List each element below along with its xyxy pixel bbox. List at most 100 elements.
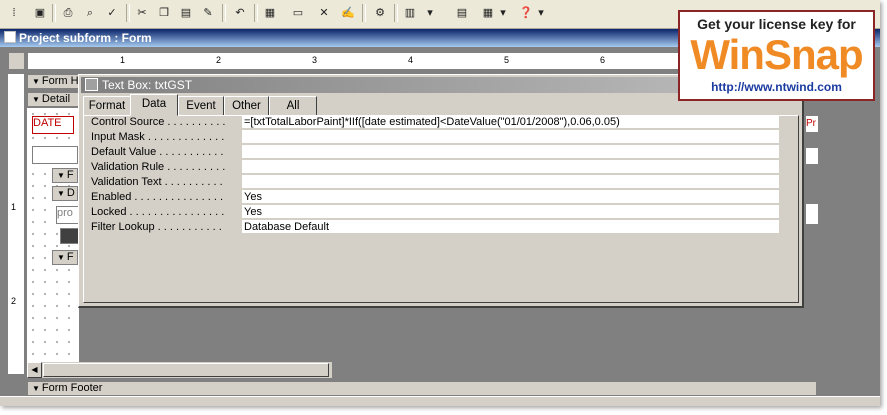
toolbar-separator bbox=[362, 4, 366, 22]
property-row-enabled: Enabled . . . . . . . . . . . . . . . Ye… bbox=[87, 190, 779, 205]
form-footer-band[interactable]: ▼ Form Footer bbox=[27, 381, 817, 396]
database-window-icon[interactable]: ▤ bbox=[454, 5, 470, 21]
subform-detail-band[interactable]: ▼ D bbox=[52, 186, 78, 201]
locked-field[interactable]: Yes bbox=[242, 205, 779, 219]
ruler-tick-label: 2 bbox=[11, 296, 17, 306]
band-label: Form H bbox=[41, 75, 79, 87]
filter-lookup-field[interactable]: Database Default bbox=[242, 220, 779, 234]
band-label: F bbox=[66, 169, 74, 181]
property-row-filter-lookup: Filter Lookup . . . . . . . . . . . Data… bbox=[87, 220, 779, 235]
control-source-field[interactable]: =[txtTotalLaborPaint]*IIf([date estimate… bbox=[242, 115, 779, 129]
tab-event[interactable]: Event bbox=[178, 96, 224, 115]
toolbar-separator-icon: ⁞ bbox=[10, 5, 18, 21]
property-row-locked: Locked . . . . . . . . . . . . . . . . Y… bbox=[87, 205, 779, 220]
band-label: D bbox=[66, 187, 75, 199]
properties-icon[interactable]: ⚙ bbox=[372, 5, 388, 21]
status-bar bbox=[0, 396, 880, 406]
band-arrow-icon: ▼ bbox=[32, 77, 40, 86]
help-icon[interactable]: ❓ bbox=[518, 5, 534, 21]
property-row-default-value: Default Value . . . . . . . . . . . bbox=[87, 145, 779, 160]
band-arrow-icon: ▼ bbox=[57, 189, 65, 198]
input-mask-field[interactable] bbox=[242, 130, 779, 144]
subform-form-footer-band[interactable]: ▼ F bbox=[52, 250, 78, 265]
property-row-control-source: Control Source . . . . . . . . . . =[txt… bbox=[87, 115, 779, 130]
band-arrow-icon: ▼ bbox=[32, 384, 40, 393]
ruler-tick-label: 6 bbox=[600, 55, 606, 65]
toolbar-separator bbox=[126, 4, 130, 22]
ruler-tick-label: 2 bbox=[216, 55, 222, 65]
cut-icon[interactable]: ✂ bbox=[134, 5, 150, 21]
build-icon[interactable]: ▥ bbox=[402, 5, 418, 21]
chevron-down-icon[interactable]: ▾ bbox=[498, 5, 508, 21]
band-arrow-icon: ▼ bbox=[57, 253, 65, 262]
code-icon[interactable]: ✍ bbox=[340, 5, 356, 21]
pro-text-control[interactable]: pro bbox=[56, 206, 80, 224]
watermark-brand: WinSnap bbox=[690, 31, 863, 78]
properties-icon bbox=[85, 78, 98, 91]
form-icon bbox=[4, 31, 16, 43]
winsnap-watermark: Get your license key for WinSnap http://… bbox=[678, 10, 875, 101]
tab-all[interactable]: All bbox=[269, 96, 317, 115]
ruler-tick-label: 4 bbox=[408, 55, 414, 65]
ruler-tick-label: 1 bbox=[120, 55, 126, 65]
tab-data[interactable]: Data bbox=[130, 94, 178, 116]
properties-dialog: Text Box: txtGST Format Data Event Other… bbox=[78, 74, 804, 308]
right-label-stub[interactable]: Pr bbox=[806, 116, 818, 132]
form-selector[interactable] bbox=[8, 52, 25, 70]
property-row-validation-rule: Validation Rule . . . . . . . . . . bbox=[87, 160, 779, 175]
property-label: Input Mask . . . . . . . . . . . . . bbox=[91, 131, 225, 143]
property-label: Control Source . . . . . . . . . . bbox=[91, 116, 226, 128]
new-object-icon[interactable]: ▦ bbox=[480, 5, 496, 21]
subform-header-selector[interactable] bbox=[32, 146, 78, 164]
ruler-tick-label: 5 bbox=[504, 55, 510, 65]
ruler-tick-label: 1 bbox=[11, 202, 17, 212]
toolbox-icon[interactable]: ▭ bbox=[290, 5, 306, 21]
scrollbar-thumb[interactable] bbox=[43, 363, 329, 377]
toolbar-separator bbox=[222, 4, 226, 22]
watermark-url: http://www.ntwind.com bbox=[711, 80, 842, 94]
right-control-stub[interactable] bbox=[806, 204, 818, 224]
band-label: F bbox=[66, 251, 74, 263]
copy-icon[interactable]: ❐ bbox=[156, 5, 172, 21]
date-label-control[interactable]: DATE bbox=[32, 116, 74, 134]
property-label: Enabled . . . . . . . . . . . . . . . bbox=[91, 191, 224, 203]
toolbar-separator bbox=[394, 4, 398, 22]
watermark-tagline: Get your license key for bbox=[697, 16, 856, 32]
properties-dialog-title: Text Box: txtGST bbox=[102, 78, 193, 92]
chevron-down-icon[interactable]: ▾ bbox=[422, 5, 438, 21]
undo-icon[interactable]: ↶ bbox=[232, 5, 248, 21]
property-row-validation-text: Validation Text . . . . . . . . . . bbox=[87, 175, 779, 190]
field-list-icon[interactable]: ▦ bbox=[262, 5, 278, 21]
property-row-input-mask: Input Mask . . . . . . . . . . . . . bbox=[87, 130, 779, 145]
property-label: Validation Text . . . . . . . . . . bbox=[91, 176, 223, 188]
validation-text-field[interactable] bbox=[242, 175, 779, 189]
spelling-icon[interactable]: ✓ bbox=[104, 5, 120, 21]
tab-format[interactable]: Format bbox=[83, 96, 131, 115]
band-arrow-icon: ▼ bbox=[32, 95, 40, 104]
ruler-tick-label: 3 bbox=[312, 55, 318, 65]
vertical-ruler[interactable]: 1 2 bbox=[8, 74, 25, 374]
toolbar-separator bbox=[254, 4, 258, 22]
property-label: Filter Lookup . . . . . . . . . . . bbox=[91, 221, 222, 233]
horizontal-scrollbar[interactable]: ◀ bbox=[27, 362, 332, 378]
chevron-down-icon[interactable]: ▾ bbox=[536, 5, 546, 21]
tab-other[interactable]: Other bbox=[224, 96, 269, 115]
band-label: Form Footer bbox=[41, 382, 103, 394]
format-painter-icon[interactable]: ✎ bbox=[200, 5, 216, 21]
right-control-stub[interactable] bbox=[806, 148, 818, 164]
enabled-field[interactable]: Yes bbox=[242, 190, 779, 204]
print-icon[interactable]: ⎙ bbox=[60, 5, 76, 21]
autoformat-icon[interactable]: ✕ bbox=[316, 5, 332, 21]
save-icon[interactable]: ▣ bbox=[32, 5, 48, 21]
subform-form-header-band[interactable]: ▼ F bbox=[52, 168, 78, 183]
band-arrow-icon: ▼ bbox=[57, 171, 65, 180]
band-label: Detail bbox=[41, 93, 71, 105]
scroll-left-icon[interactable]: ◀ bbox=[27, 362, 42, 378]
print-preview-icon[interactable]: ⌕ bbox=[82, 5, 98, 21]
paste-icon[interactable]: ▤ bbox=[178, 5, 194, 21]
validation-rule-field[interactable] bbox=[242, 160, 779, 174]
default-value-field[interactable] bbox=[242, 145, 779, 159]
subform-control[interactable] bbox=[60, 228, 80, 244]
property-label: Locked . . . . . . . . . . . . . . . . bbox=[91, 206, 225, 218]
toolbar-separator bbox=[52, 4, 56, 22]
